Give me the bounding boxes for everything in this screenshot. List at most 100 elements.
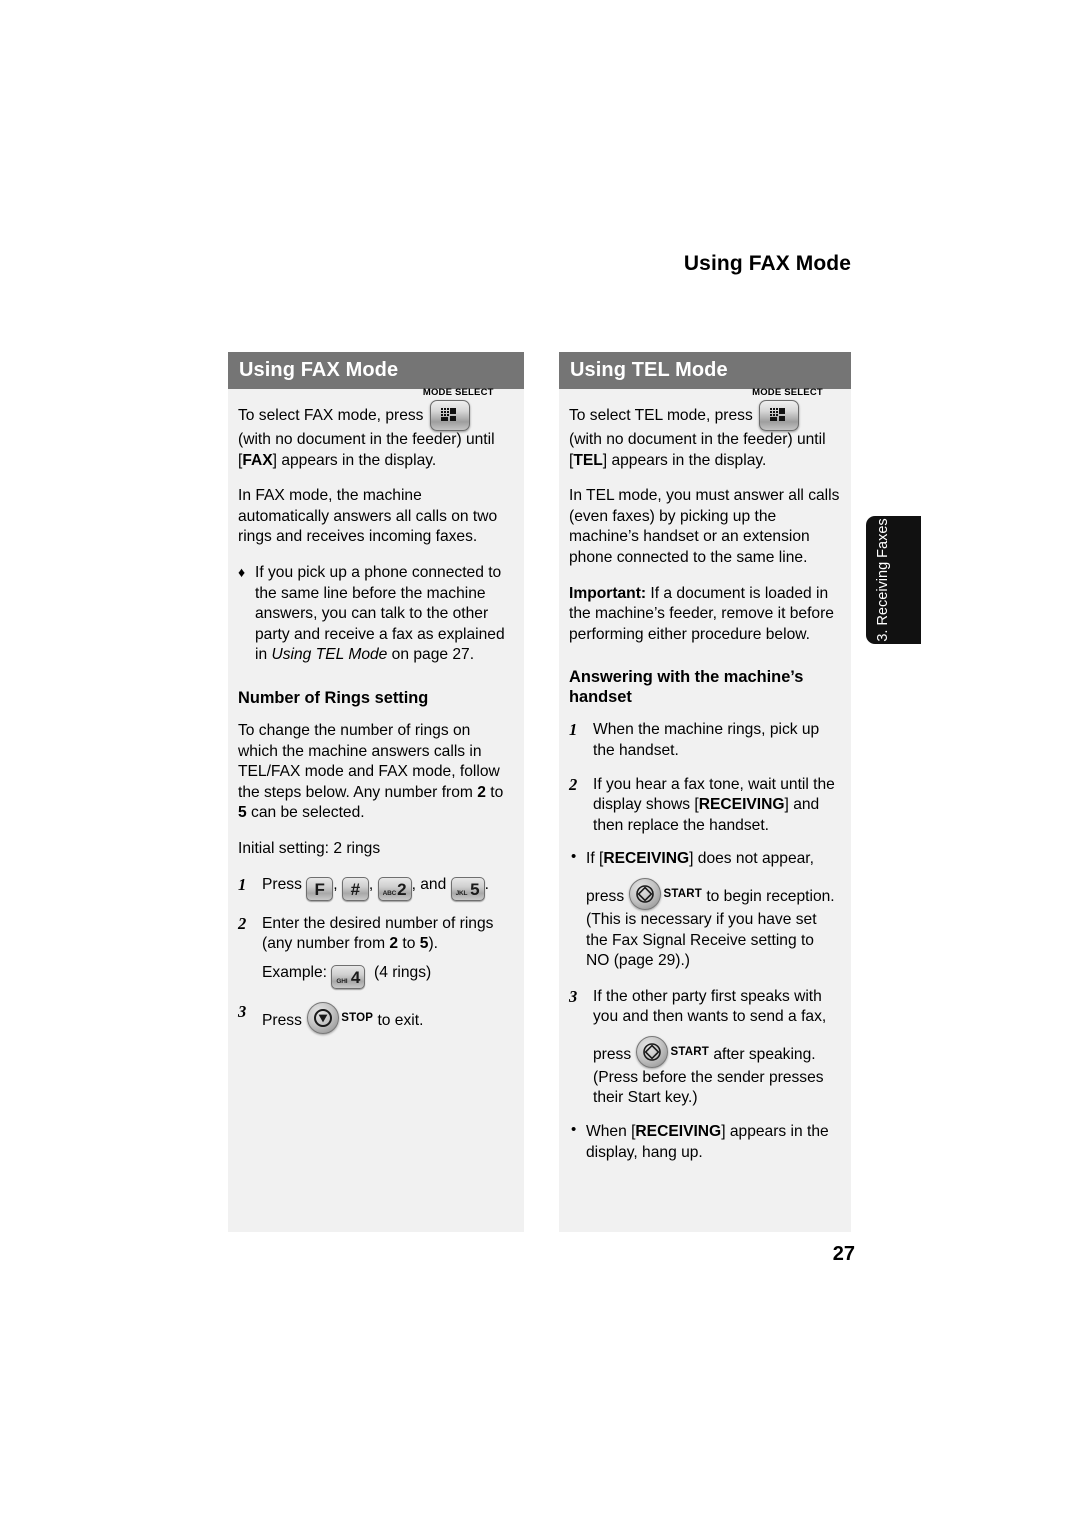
fax-change-rings-paragraph: To change the number of rings on which t… <box>238 721 514 824</box>
start-key-cap: START <box>663 887 702 900</box>
tel-intro-continued: (with no document in the feeder) until [… <box>569 430 841 471</box>
tel-mode-description: In TEL mode, you must answer all calls (… <box>569 487 840 566</box>
tel-bullet-1-post: ] does not appear, <box>689 850 814 868</box>
tel-bullet-1-token: RECEIVING <box>603 850 690 868</box>
tel-step-3-note: (Press before the sender presses their S… <box>593 1068 824 1107</box>
fax-example-label: Example: <box>262 963 328 981</box>
tel-bullet-1-press: press <box>586 887 625 905</box>
fax-example-note: (4 rings) <box>374 963 432 981</box>
fax-intro-continued: (with no document in the feeder) until [… <box>238 430 514 471</box>
panel-using-tel-mode: Using TEL Mode To select TEL mode, press… <box>559 352 851 1232</box>
round-bullet-icon: • <box>571 848 577 866</box>
sub-head-number-of-rings: Number of Rings setting <box>238 688 429 707</box>
panel-body-fax: To select FAX mode, press MODE SELECT (w… <box>228 387 524 1034</box>
fax-bullet-pickup: ♦ If you pick up a phone connected to th… <box>238 563 514 666</box>
tel-intro-paragraph: To select TEL mode, press MODE SELECT <box>569 387 841 431</box>
fax-step-3-end: to exit. <box>377 1011 424 1029</box>
grid-icon <box>770 408 786 421</box>
key-5-jkl[interactable]: JKL 5 <box>450 876 485 901</box>
tel-intro-line1: (with no document in the feeder) until <box>569 431 826 448</box>
tel-step-2-token: RECEIVING <box>698 796 785 814</box>
tel-step-3-number: 3 <box>569 986 578 1006</box>
tel-display-token: TEL <box>573 451 603 469</box>
tel-intro-line2-post: ] appears in the display. <box>602 451 767 469</box>
tel-bullet-1-press-line: press START to begin reception. <box>586 877 841 910</box>
panel-body-tel: To select TEL mode, press MODE SELECT (w… <box>559 387 851 1163</box>
key-hash-digit: # <box>350 879 361 899</box>
start-button[interactable] <box>636 1035 669 1068</box>
tel-step-1: 1 When the machine rings, pick up the ha… <box>569 720 841 761</box>
tel-step-3-after: after speaking. <box>713 1045 816 1063</box>
key-2-abc[interactable]: ABC 2 <box>377 876 412 901</box>
tel-step-3: 3 If the other party first speaks with y… <box>569 987 841 1109</box>
tel-step-1-text: When the machine rings, pick up the hand… <box>593 721 820 759</box>
side-tab-chapter: 3. Receiving Faxes <box>866 516 921 644</box>
stop-key-cap: STOP <box>341 1011 374 1024</box>
key-f[interactable]: F <box>306 876 334 901</box>
fax-step-2-example: Example: GHI 4 (4 rings) <box>262 963 514 989</box>
fax-change-pre: To change the number of rings on which t… <box>238 721 500 801</box>
tel-step-2: 2 If you hear a fax tone, wait until the… <box>569 775 841 837</box>
key-4-letters: GHI <box>336 977 348 985</box>
fax-range-mid: to <box>485 783 504 801</box>
key-f-digit: F <box>314 879 325 899</box>
fax-step2-post: ). <box>428 935 438 953</box>
tel-bullet-2-token: RECEIVING <box>635 1123 722 1141</box>
tel-bullet-1-note: (This is necessary if you have set the F… <box>586 910 817 970</box>
fax-intro-prefix: To select FAX mode, press <box>238 407 424 424</box>
fax-range-max: 5 <box>238 804 247 822</box>
key-5-letters: JKL <box>455 889 468 897</box>
stop-icon <box>314 1008 333 1027</box>
tel-step-3-press: press <box>593 1045 632 1063</box>
tel-step-3-press-line: press START after speaking. <box>593 1035 841 1068</box>
start-icon <box>636 885 655 903</box>
grid-icon <box>440 408 456 421</box>
fax-step2-mid: to <box>398 935 420 953</box>
start-key-cap: START <box>670 1045 709 1058</box>
round-bullet-icon: • <box>571 1121 577 1139</box>
mode-select-key-tel[interactable]: MODE SELECT <box>752 387 823 431</box>
mode-select-key-fax[interactable]: MODE SELECT <box>423 387 493 431</box>
key-4-ghi[interactable]: GHI 4 <box>331 964 366 989</box>
tel-bullet-2-pre: When [ <box>586 1123 636 1141</box>
fax-step2-pre: Enter the desired number of rings (any n… <box>262 914 494 953</box>
fax-step-1-press: Press <box>262 875 302 893</box>
fax-intro-paragraph: To select FAX mode, press MODE SELECT <box>238 387 514 431</box>
important-label: Important: <box>569 584 647 602</box>
diamond-bullet-icon: ♦ <box>238 563 246 580</box>
running-head: Using FAX Mode <box>683 252 851 275</box>
panel-using-fax-mode: Using FAX Mode To select FAX mode, press… <box>228 352 524 1232</box>
fax-step1-comma1: , <box>333 875 338 893</box>
fax-bullet-text-post: on page 27. <box>387 646 475 664</box>
tel-bullet-1-pre: If [ <box>586 850 604 868</box>
fax-bullet-reference: Using TEL Mode <box>271 646 388 664</box>
tel-step-3-text: If the other party first speaks with you… <box>593 987 827 1026</box>
fax-step-3: 3 Press STOP to exit. <box>238 1001 514 1034</box>
page-number: 27 <box>832 1243 855 1265</box>
fax-range-min: 2 <box>477 783 486 801</box>
sub-head-answering-handset: Answering with the machine’s handset <box>569 668 804 707</box>
tel-bullet-1-after: to begin reception. <box>706 887 835 905</box>
stop-button[interactable] <box>307 1001 340 1034</box>
key-hash[interactable]: # <box>341 876 369 901</box>
fax-step-2-text: Enter the desired number of rings (any n… <box>262 914 514 955</box>
fax-step-2-number: 2 <box>238 913 247 933</box>
key-2-letters: ABC <box>382 889 397 897</box>
fax-step-1-number: 1 <box>238 874 247 894</box>
fax-step1-period: . <box>484 875 489 893</box>
fax-step2-min: 2 <box>389 935 399 953</box>
fax-step-3-number: 3 <box>238 1001 247 1021</box>
fax-initial-setting: Initial setting: 2 rings <box>238 839 381 857</box>
tel-important-note: Important: If a document is loaded in th… <box>569 584 841 646</box>
fax-intro-line1: (with no document in the feeder) until <box>238 431 495 448</box>
fax-intro-line2-post: ] appears in the display. <box>272 451 437 469</box>
tel-step-2-number: 2 <box>569 774 578 794</box>
tel-intro-prefix: To select TEL mode, press <box>569 407 753 424</box>
tel-bullet-1-line1: If [RECEIVING] does not appear, <box>586 849 841 870</box>
start-button[interactable] <box>629 877 662 910</box>
fax-mode-description: In FAX mode, the machine automatically a… <box>238 487 498 546</box>
fax-step-3-press: Press <box>262 1011 302 1029</box>
start-icon <box>643 1043 662 1061</box>
fax-step1-comma2: , <box>368 875 374 893</box>
fax-display-token: FAX <box>242 451 273 469</box>
